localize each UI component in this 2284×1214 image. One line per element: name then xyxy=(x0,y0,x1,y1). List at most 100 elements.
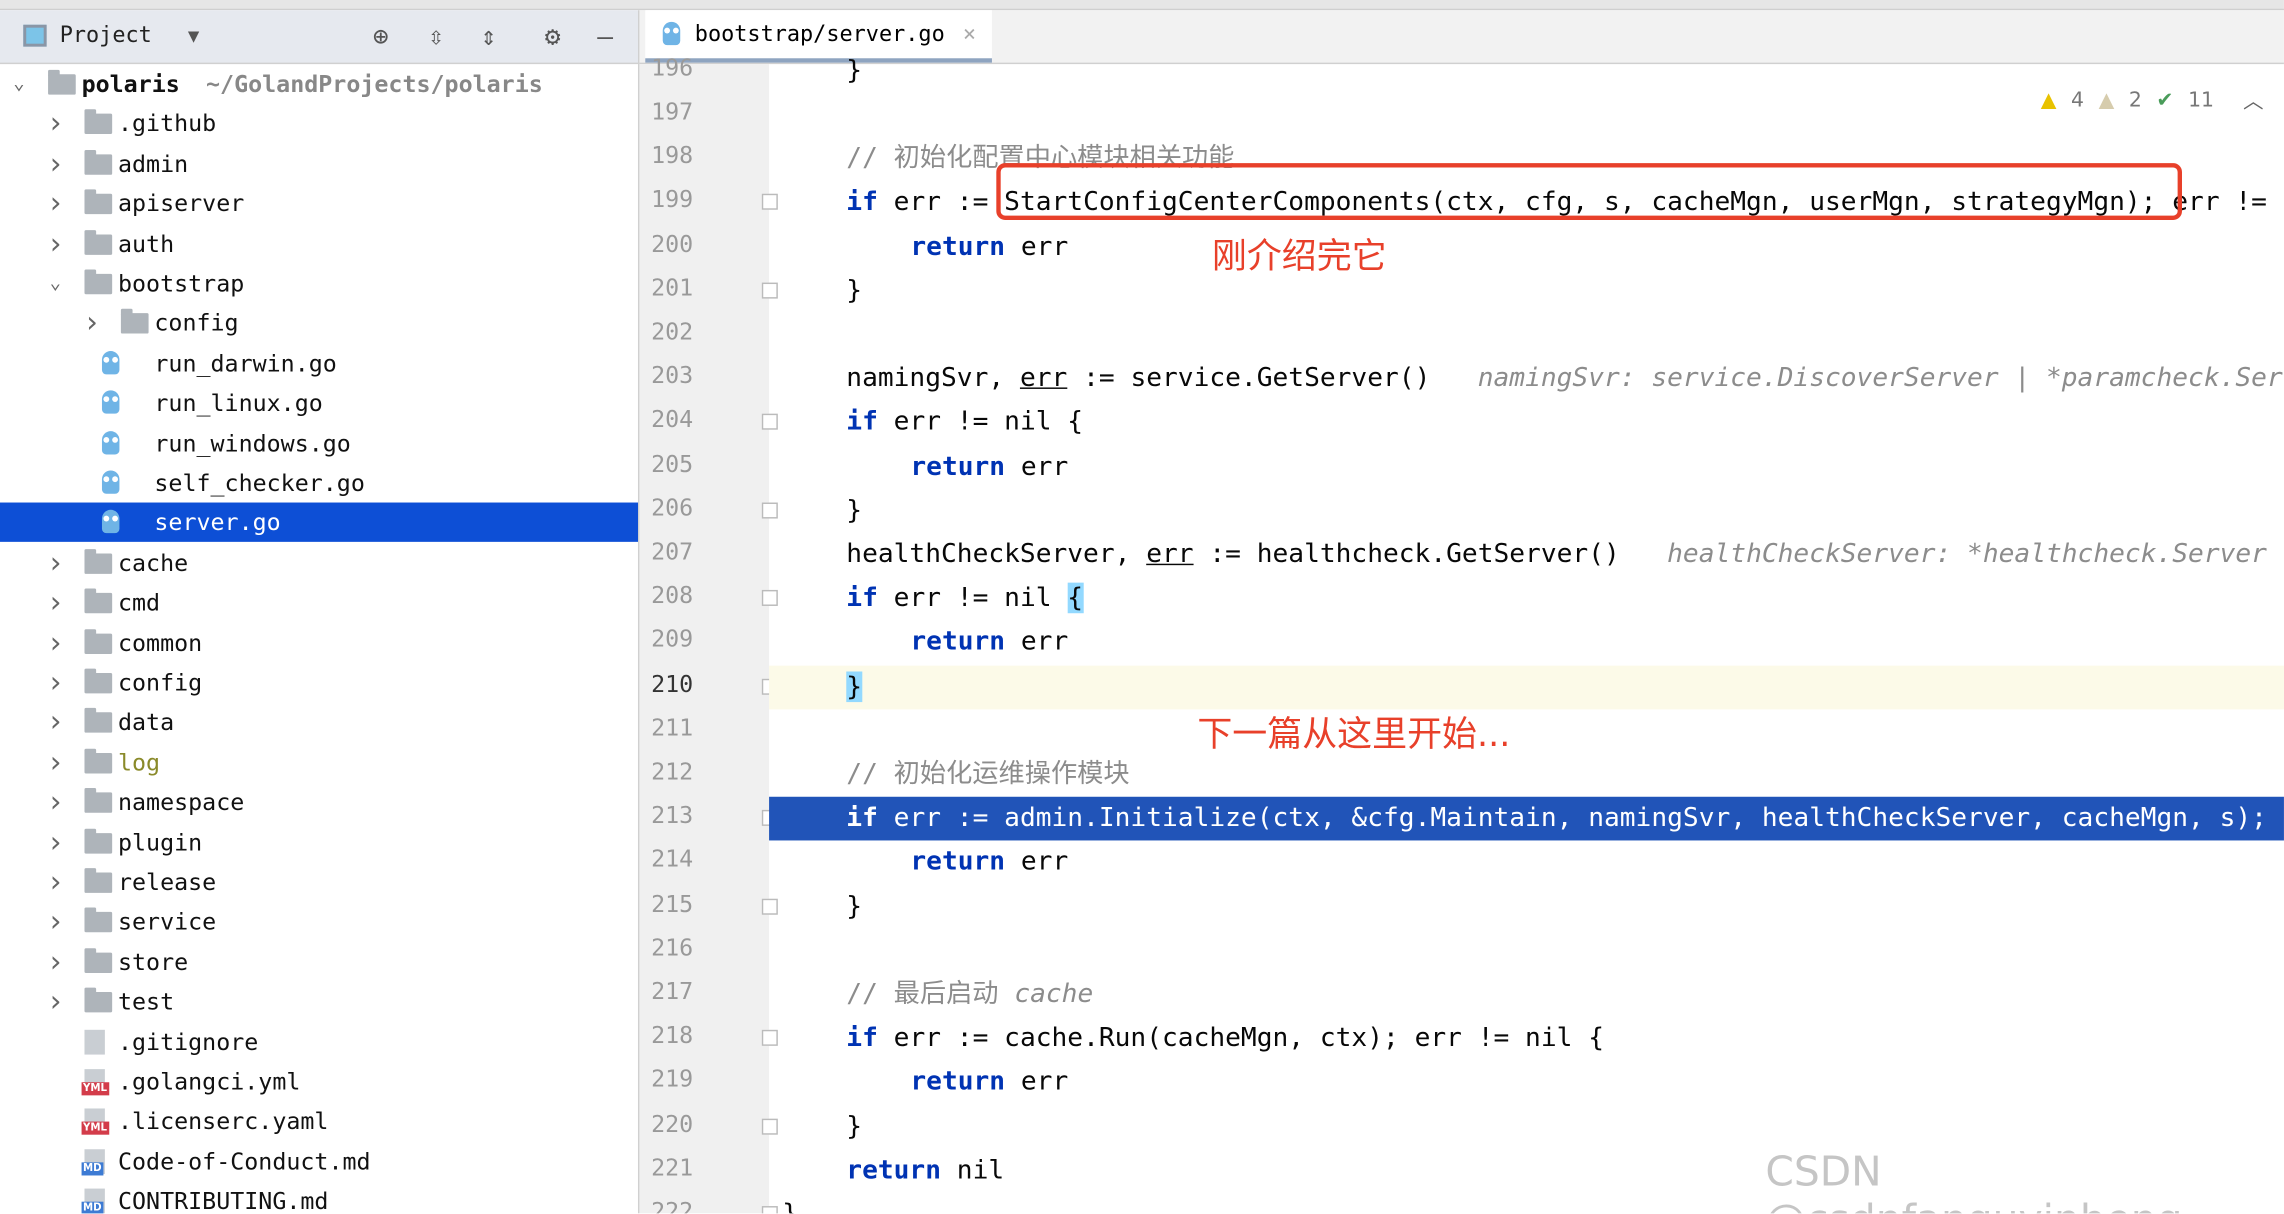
tree-item[interactable]: › namespace xyxy=(0,782,638,821)
chevron-down-icon[interactable]: ⌄ xyxy=(9,64,29,103)
code-line[interactable]: return err xyxy=(769,225,2284,269)
tree-item[interactable]: MD Code-of-Conduct.md xyxy=(0,1142,638,1181)
tree-item[interactable]: › test xyxy=(0,982,638,1021)
code-line[interactable] xyxy=(769,313,2284,357)
tree-item[interactable]: › apiserver xyxy=(0,184,638,223)
code-line[interactable]: // 初始化运维操作模块 xyxy=(769,753,2284,797)
go-file-icon xyxy=(662,21,681,46)
chevron-right-icon[interactable]: › xyxy=(45,583,65,622)
code-token: // 最后启动 xyxy=(846,978,1015,1010)
tree-item-label: common xyxy=(118,623,202,662)
line-number: 221 xyxy=(651,1153,694,1182)
weak-warning-icon: ▲ xyxy=(2098,88,2115,113)
code-line[interactable]: if err := cache.Run(cacheMgn, ctx); err … xyxy=(769,1017,2284,1061)
item-name: namespace xyxy=(117,788,245,816)
code-line[interactable]: return err xyxy=(769,841,2284,885)
tree-item[interactable]: › admin xyxy=(0,144,638,183)
tree-item[interactable]: › log xyxy=(0,743,638,782)
chevron-up-icon[interactable]: ︿ xyxy=(2243,86,2263,115)
code-line[interactable]: } xyxy=(769,489,2284,533)
tree-item[interactable]: › release xyxy=(0,862,638,901)
tree-item[interactable]: ⌄ bootstrap xyxy=(0,264,638,303)
chevron-right-icon[interactable]: › xyxy=(45,822,65,861)
tree-item[interactable]: › config xyxy=(0,304,638,343)
chevron-right-icon[interactable]: › xyxy=(45,144,65,183)
tree-item[interactable]: run_darwin.go xyxy=(0,343,638,382)
code-line[interactable]: } xyxy=(769,665,2284,709)
tree-item[interactable]: run_windows.go xyxy=(0,423,638,462)
code-line[interactable]: return err xyxy=(769,445,2284,489)
chevron-right-icon[interactable]: › xyxy=(45,942,65,981)
chevron-right-icon[interactable]: › xyxy=(45,224,65,263)
chevron-down-icon[interactable]: ⌄ xyxy=(45,264,65,303)
chevron-right-icon[interactable]: › xyxy=(45,862,65,901)
tree-item[interactable]: ⌄ polaris ~/GolandProjects/polaris xyxy=(0,64,638,103)
folder-icon xyxy=(84,229,113,255)
tree-item[interactable]: run_linux.go xyxy=(0,383,638,422)
chevron-right-icon[interactable]: › xyxy=(82,304,102,343)
code-line[interactable] xyxy=(769,709,2284,753)
minimize-icon[interactable]: — xyxy=(597,22,613,53)
chevron-right-icon[interactable]: › xyxy=(45,703,65,742)
tree-item-label: bootstrap xyxy=(118,264,244,303)
chevron-right-icon[interactable]: › xyxy=(45,623,65,662)
code-line[interactable]: // 最后启动 cache xyxy=(769,973,2284,1017)
tree-item[interactable]: YML .licenserc.yaml xyxy=(0,1102,638,1141)
code-token: } xyxy=(846,494,863,526)
folder-icon xyxy=(84,269,113,295)
tree-item[interactable]: › .github xyxy=(0,104,638,143)
tree-item[interactable]: .gitignore xyxy=(0,1022,638,1061)
tree-item[interactable]: › auth xyxy=(0,224,638,263)
chevron-right-icon[interactable]: › xyxy=(45,743,65,782)
tree-item[interactable]: › cache xyxy=(0,543,638,582)
chevron-right-icon[interactable]: › xyxy=(45,543,65,582)
warning-count: 4 xyxy=(2071,88,2085,113)
chevron-right-icon[interactable]: › xyxy=(45,902,65,941)
tree-item[interactable]: › cmd xyxy=(0,583,638,622)
tree-item[interactable]: MD CONTRIBUTING.md xyxy=(0,1182,638,1214)
chevron-right-icon[interactable]: › xyxy=(45,663,65,702)
project-view-title[interactable]: Project xyxy=(60,22,152,48)
tree-item[interactable]: › service xyxy=(0,902,638,941)
item-name: bootstrap xyxy=(117,269,245,298)
folder-icon xyxy=(84,908,113,933)
item-path: ~/GolandProjects/polaris xyxy=(206,69,543,98)
code-line[interactable]: return err xyxy=(769,1061,2284,1105)
tree-item[interactable]: › store xyxy=(0,942,638,981)
tree-item[interactable]: › data xyxy=(0,703,638,742)
chevron-right-icon[interactable]: › xyxy=(45,184,65,223)
file-icon: YML xyxy=(81,1109,109,1136)
chevron-right-icon[interactable]: › xyxy=(45,782,65,821)
chevron-right-icon[interactable]: › xyxy=(45,982,65,1021)
code-line[interactable] xyxy=(769,929,2284,973)
code-line[interactable]: } xyxy=(769,885,2284,929)
tree-item[interactable]: server.go xyxy=(0,503,638,543)
chevron-right-icon[interactable]: › xyxy=(45,104,65,143)
file-icon: MD xyxy=(81,1188,105,1214)
inspection-widget[interactable]: ▲ 4 ▲ 2 ✔ 11 ︿ xyxy=(2041,86,2264,115)
folder-icon xyxy=(84,987,113,1013)
tree-item[interactable]: YML .golangci.yml xyxy=(0,1062,638,1101)
item-name: run_linux.go xyxy=(154,389,323,417)
code-line[interactable]: } xyxy=(769,1105,2284,1149)
locate-icon[interactable]: ⊕ xyxy=(373,22,389,53)
code-line[interactable]: if err := admin.Initialize(ctx, &cfg.Mai… xyxy=(769,797,2284,841)
tree-item[interactable]: › common xyxy=(0,623,638,662)
tree-item[interactable]: › config xyxy=(0,663,638,702)
code-line[interactable]: healthCheckServer, err := healthcheck.Ge… xyxy=(769,533,2284,577)
code-line[interactable]: return err xyxy=(769,621,2284,665)
code-line[interactable]: if err != nil { xyxy=(769,401,2284,445)
tree-item-label: data xyxy=(118,703,174,742)
file-icon: MD xyxy=(81,1148,105,1176)
code-line[interactable]: namingSvr, err := service.GetServer() na… xyxy=(769,357,2284,401)
item-name: run_darwin.go xyxy=(154,349,337,377)
chevron-down-icon[interactable]: ▼ xyxy=(188,26,199,48)
go-file-icon xyxy=(101,350,120,375)
code-line[interactable]: } xyxy=(769,269,2284,313)
code-line[interactable]: if err != nil { xyxy=(769,577,2284,621)
expand-all-icon[interactable]: ⇳ xyxy=(428,22,444,53)
tree-item[interactable]: self_checker.go xyxy=(0,463,638,502)
gear-icon[interactable]: ⚙ xyxy=(545,22,561,53)
tree-item[interactable]: › plugin xyxy=(0,822,638,861)
collapse-all-icon[interactable]: ⇕ xyxy=(481,22,497,53)
